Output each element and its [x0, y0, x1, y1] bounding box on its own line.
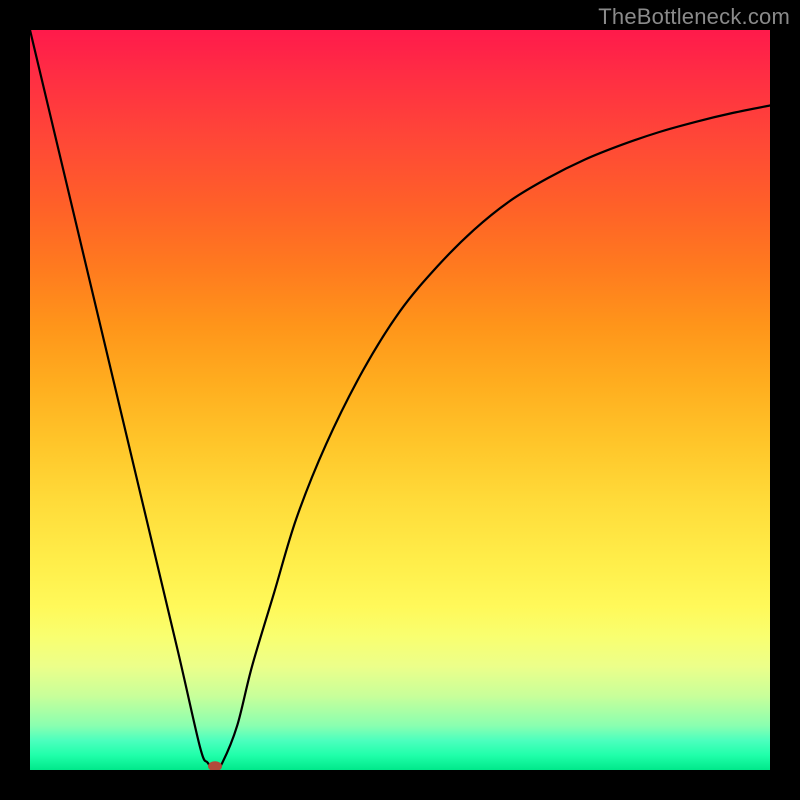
curve-layer: [30, 30, 770, 770]
plot-area: [30, 30, 770, 770]
marker-dot: [208, 761, 222, 770]
bottleneck-curve: [30, 30, 770, 770]
watermark-text: TheBottleneck.com: [598, 4, 790, 30]
chart-frame: TheBottleneck.com: [0, 0, 800, 800]
